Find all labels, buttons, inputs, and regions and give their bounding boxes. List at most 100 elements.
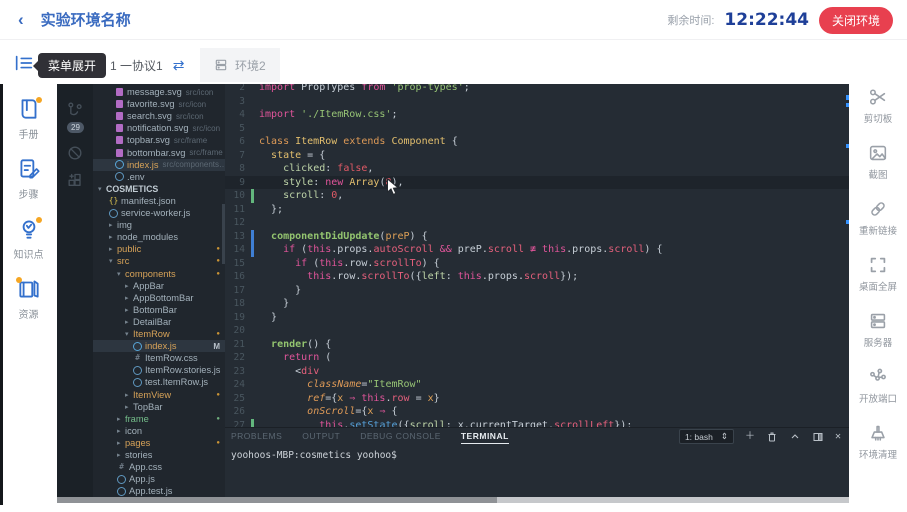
code-text: return (	[259, 352, 331, 363]
git-gutter-marker	[251, 365, 254, 379]
tree-row[interactable]: ▸TopBar	[93, 401, 225, 413]
sidebar-item-resource[interactable]: 资源	[16, 276, 42, 321]
tree-row[interactable]: ▸public●	[93, 243, 225, 255]
line-number: 9	[225, 177, 251, 188]
file-name: App.css	[129, 462, 162, 472]
tool-item-clean[interactable]: 环境清理	[859, 422, 897, 461]
chevron-right-icon: ▸	[117, 427, 125, 435]
tree-row[interactable]: ItemRow.stories.js	[93, 364, 225, 376]
file-explorer: message.svgsrc/iconfavorite.svgsrc/icons…	[93, 84, 225, 503]
code-line: 4import './ItemRow.css';	[225, 108, 849, 122]
git-gutter-marker	[251, 419, 254, 428]
tree-row[interactable]: ▸AppBottomBar	[93, 292, 225, 304]
svg-file-icon	[115, 124, 124, 133]
tree-row[interactable]: ▸icon	[93, 425, 225, 437]
tree-row[interactable]: ▸img	[93, 219, 225, 231]
kill-terminal-icon[interactable]	[766, 431, 778, 443]
panel-tab-terminal[interactable]: TERMINAL	[461, 431, 509, 444]
line-number: 15	[225, 258, 251, 269]
tool-item-screenshot[interactable]: 截图	[867, 142, 889, 181]
tree-row[interactable]: ▾ItemRow●	[93, 328, 225, 340]
new-terminal-icon[interactable]: ＋	[745, 432, 755, 442]
split-terminal-icon[interactable]	[812, 431, 824, 443]
source-control-badge: 29	[67, 122, 84, 133]
extensions-icon[interactable]	[65, 172, 85, 192]
maximize-panel-icon[interactable]	[789, 431, 801, 443]
tree-row[interactable]: topbar.svgsrc/frame	[93, 134, 225, 146]
code-text: state = {	[259, 150, 325, 161]
code-text: this.setState({scroll: x.currentTarget.s…	[259, 420, 632, 427]
back-icon[interactable]: ‹	[18, 10, 24, 30]
tree-row[interactable]: index.jssrc/components…M	[93, 159, 225, 171]
terminal-shell-select[interactable]: 1: bash⇕	[679, 429, 734, 444]
tool-item-scissors[interactable]: 剪切板	[864, 86, 893, 125]
tree-row[interactable]: #App.css	[93, 461, 225, 473]
gear-file-icon	[133, 378, 142, 387]
line-number: 4	[225, 109, 251, 120]
scrollbar-thumb[interactable]	[57, 497, 497, 503]
tree-row[interactable]: App.js	[93, 473, 225, 485]
tree-row[interactable]: notification.svgsrc/icon	[93, 122, 225, 134]
scissors-icon	[867, 86, 889, 108]
tree-row[interactable]: service-worker.js	[93, 207, 225, 219]
time-remaining-label: 剩余时间:	[667, 12, 714, 28]
horizontal-scrollbar[interactable]	[57, 497, 849, 503]
line-number: 25	[225, 393, 251, 404]
css-file-icon: #	[133, 354, 142, 363]
terminal-prompt[interactable]: yoohoos-MBP:cosmetics yoohoo$	[231, 450, 397, 461]
tree-row[interactable]: ▸node_modules	[93, 231, 225, 243]
tree-row[interactable]: index.jsM	[93, 340, 225, 352]
file-name: service-worker.js	[121, 208, 190, 218]
sidebar-item-steps[interactable]: 步骤	[16, 156, 42, 201]
swap-icon[interactable]: ⇄	[173, 58, 185, 72]
tree-row[interactable]: ▸BottomBar	[93, 304, 225, 316]
git-gutter-marker	[251, 122, 254, 136]
line-number: 20	[225, 325, 251, 336]
tree-row[interactable]: test.ItemRow.js	[93, 376, 225, 388]
tool-item-link[interactable]: 重新链接	[859, 198, 897, 237]
tree-row[interactable]: ▸stories	[93, 449, 225, 461]
close-environment-button[interactable]: 关闭环境	[819, 7, 893, 34]
menu-expand-icon[interactable]	[13, 52, 35, 74]
file-name: stories	[125, 450, 152, 460]
panel-tab-output[interactable]: OUTPUT	[302, 431, 340, 444]
tree-row[interactable]: ▸pages●	[93, 437, 225, 449]
tree-row[interactable]: ▾src●	[93, 255, 225, 267]
tree-row[interactable]: bottombar.svgsrc/frame	[93, 147, 225, 159]
tree-row[interactable]: ▸frame●	[93, 413, 225, 425]
tree-row[interactable]: favorite.svgsrc/icon	[93, 98, 225, 110]
tool-item-server[interactable]: 服务器	[864, 310, 893, 349]
window-edge	[0, 84, 3, 505]
tree-row[interactable]: ▸DetailBar	[93, 316, 225, 328]
notification-dot	[16, 277, 22, 283]
tree-row[interactable]: search.svgsrc/icon	[93, 110, 225, 122]
tool-item-ports[interactable]: 开放端口	[859, 366, 897, 405]
git-modified-badge: M	[213, 342, 220, 351]
panel-tab-debug-console[interactable]: DEBUG CONSOLE	[360, 431, 441, 444]
tab-environment-2[interactable]: 环境2	[200, 48, 280, 82]
code-editor-window[interactable]: 29 message.svgsrc/iconfavorite.svgsrc/ic…	[57, 84, 849, 503]
tree-row[interactable]: message.svgsrc/icon	[93, 86, 225, 98]
tree-row[interactable]: App.test.js	[93, 485, 225, 497]
tree-row[interactable]: {}manifest.json	[93, 195, 225, 207]
tool-item-fullscreen[interactable]: 桌面全屏	[859, 254, 897, 293]
code-text: if (this.props.autoScroll && preP.scroll…	[259, 244, 662, 255]
code-line: 25 ref={x ⇒ this.row = x}	[225, 392, 849, 406]
tab-protocol-1[interactable]: 1 一协议1 ⇄	[98, 48, 196, 82]
code-area[interactable]: 2import PropTypes from 'prop-types';34im…	[225, 84, 849, 427]
sidebar-item-bulb[interactable]: 知识点	[14, 216, 44, 261]
file-name: topbar.svg	[127, 135, 170, 145]
sidebar-item-book[interactable]: 手册	[16, 96, 42, 141]
tree-row[interactable]: .env	[93, 171, 225, 183]
tree-section[interactable]: ▾COSMETICS	[93, 183, 225, 195]
panel-tab-problems[interactable]: PROBLEMS	[231, 431, 282, 444]
tree-row[interactable]: ▸ItemView●	[93, 389, 225, 401]
tree-row[interactable]: ▸AppBar	[93, 280, 225, 292]
source-control-icon[interactable]	[65, 100, 85, 120]
code-text: scroll: 0,	[259, 190, 343, 201]
tree-row[interactable]: #ItemRow.css	[93, 352, 225, 364]
debug-icon[interactable]	[65, 143, 85, 163]
close-panel-icon[interactable]: ✕	[835, 432, 841, 442]
tree-row[interactable]: ▾components●	[93, 268, 225, 280]
code-text: clicked: false,	[259, 163, 373, 174]
